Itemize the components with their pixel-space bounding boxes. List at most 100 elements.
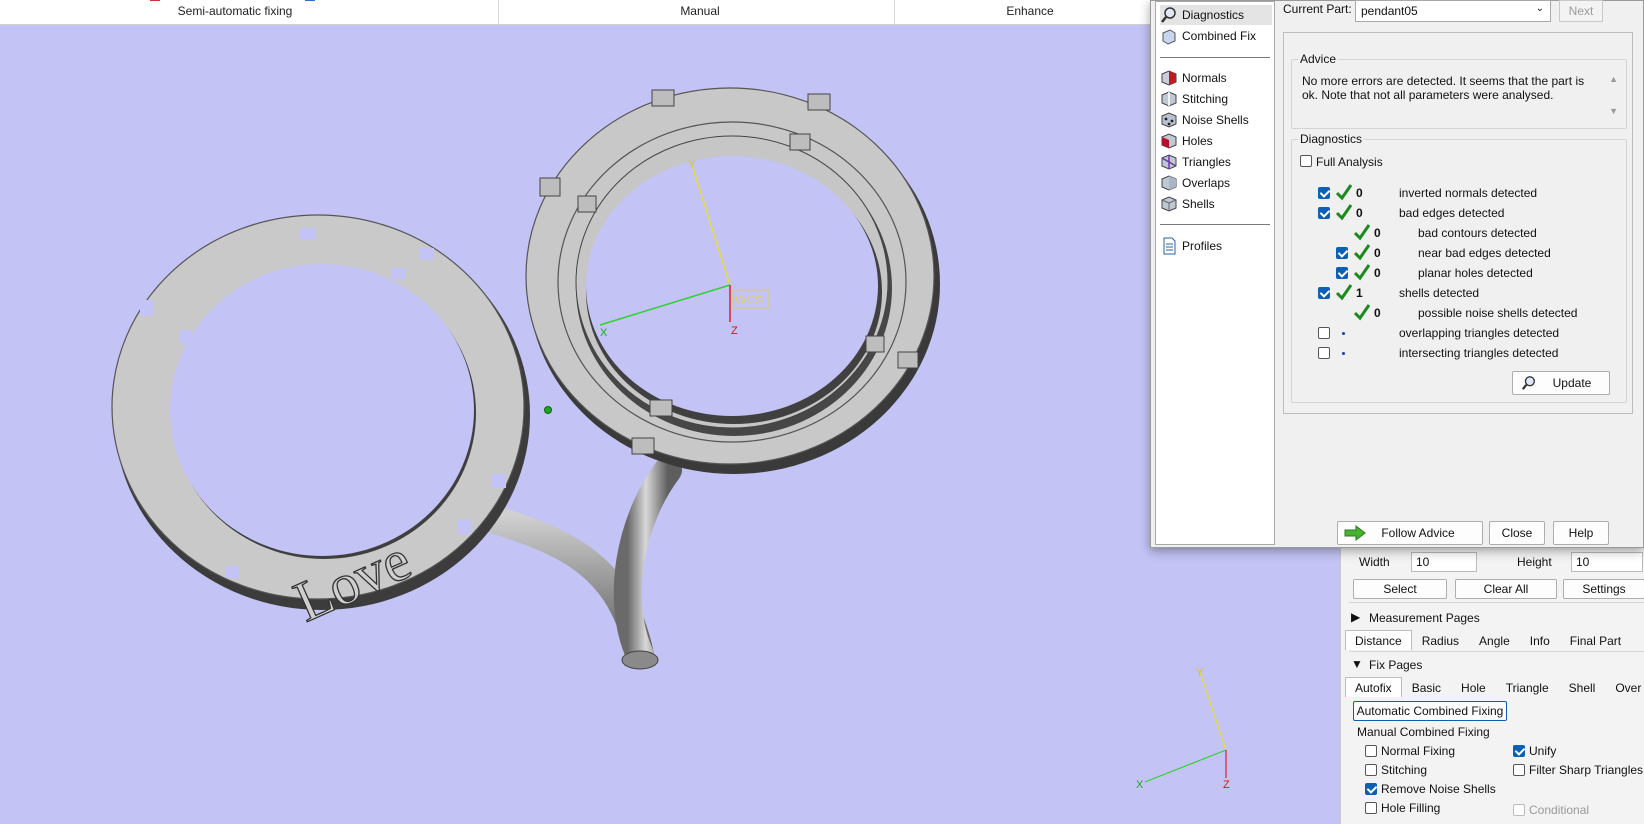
checkmark-icon	[1354, 224, 1370, 241]
height-input[interactable]: 10	[1571, 552, 1643, 572]
nav-holes[interactable]: Holes	[1160, 131, 1272, 151]
full-analysis-checkbox[interactable]	[1300, 155, 1312, 167]
combined-fix-icon	[1162, 29, 1176, 45]
diagnostic-checkbox[interactable]	[1318, 207, 1330, 219]
remove-noise-shells-label: Remove Noise Shells	[1381, 782, 1496, 796]
diagnostic-label: possible noise shells detected	[1418, 306, 1578, 320]
tab-shell[interactable]: Shell	[1559, 677, 1606, 697]
overlaps-icon	[1161, 175, 1177, 191]
stitching-checkbox[interactable]	[1365, 764, 1377, 776]
tab-angle[interactable]: Angle	[1469, 630, 1520, 650]
current-part-value: pendant05	[1361, 4, 1418, 18]
nav-shells[interactable]: Shells	[1160, 194, 1272, 214]
tab-distance[interactable]: Distance	[1345, 630, 1412, 650]
conditional-checkbox[interactable]	[1513, 804, 1525, 816]
scroll-down-icon[interactable]: ▼	[1609, 106, 1618, 116]
orientation-gizmo: Y X Z	[1136, 667, 1230, 791]
tab-triangle[interactable]: Triangle	[1496, 677, 1559, 697]
fix-tabs: Autofix Basic Hole Triangle Shell Over	[1345, 677, 1644, 697]
divider	[1349, 651, 1644, 652]
pivot-marker	[544, 406, 552, 414]
tab-radius[interactable]: Radius	[1412, 630, 1469, 650]
3d-viewport[interactable]: Love Y X Z WCS Y X Z	[0, 25, 1340, 824]
diagnostics-group: Diagnostics Full Analysis 0 inverted norm…	[1291, 132, 1627, 403]
manual-tool-icon[interactable]	[303, 0, 317, 3]
filter-sharp-triangles-checkbox[interactable]	[1513, 764, 1525, 776]
tab-autofix[interactable]: Autofix	[1345, 677, 1402, 697]
tab-info[interactable]: Info	[1520, 630, 1560, 650]
nav-overlaps[interactable]: Overlaps	[1160, 173, 1272, 193]
unify-checkbox[interactable]	[1513, 745, 1525, 757]
bail-tube-right	[613, 456, 682, 669]
close-button[interactable]: Close	[1489, 521, 1545, 545]
update-button[interactable]: Update	[1512, 371, 1610, 395]
nav-normals[interactable]: Normals	[1160, 68, 1272, 88]
triangles-icon	[1161, 154, 1177, 170]
nav-triangles[interactable]: Triangles	[1160, 152, 1272, 172]
divider	[1349, 602, 1644, 603]
diagnostic-checkbox[interactable]	[1318, 187, 1330, 199]
update-label: Update	[1552, 376, 1592, 390]
pending-dot-icon	[1342, 352, 1345, 355]
nav-stitching[interactable]: Stitching	[1160, 89, 1272, 109]
width-input[interactable]: 10	[1411, 552, 1477, 572]
fix-pages-collapse-icon[interactable]: ▼	[1351, 657, 1363, 671]
unify-label: Unify	[1529, 744, 1557, 758]
model-scene[interactable]: Love Y X Z WCS Y X Z	[0, 25, 1340, 824]
follow-advice-button[interactable]: Follow Advice	[1337, 521, 1483, 545]
scroll-up-icon[interactable]: ▲	[1609, 74, 1618, 84]
normals-icon	[1161, 70, 1177, 86]
measurement-expand-icon[interactable]: ▶	[1351, 610, 1360, 624]
remove-noise-shells-checkbox[interactable]	[1365, 783, 1377, 795]
next-button[interactable]: Next	[1559, 0, 1603, 22]
diagnostic-label: intersecting triangles detected	[1399, 346, 1559, 360]
select-button[interactable]: Select	[1353, 579, 1447, 599]
nav-diagnostics[interactable]: Diagnostics	[1160, 5, 1272, 25]
clear-all-button[interactable]: Clear All	[1455, 579, 1557, 599]
normal-fixing-checkbox[interactable]	[1365, 745, 1377, 757]
tab-basic[interactable]: Basic	[1402, 677, 1451, 697]
nav-combined-fix[interactable]: Combined Fix	[1160, 26, 1272, 46]
diagnostic-count: 0	[1374, 266, 1381, 280]
fix-tool-icon[interactable]	[148, 0, 162, 3]
diagnostic-row: 0 bad edges detected	[1292, 203, 1612, 223]
nav-shells-label: Shells	[1182, 197, 1215, 211]
diagnostic-label: bad edges detected	[1399, 206, 1505, 220]
ribbon-group-enhance: Enhance	[1006, 4, 1054, 18]
dialog-content: Current Part: pendant05 ⌄ Next Advice No…	[1283, 0, 1641, 549]
tab-final-part[interactable]: Final Part	[1560, 630, 1631, 650]
nav-noise-shells[interactable]: Noise Shells	[1160, 110, 1272, 130]
z-axis-label: Z	[731, 325, 738, 337]
help-button[interactable]: Help	[1553, 521, 1609, 545]
diagnostic-label: bad contours detected	[1418, 226, 1537, 240]
right-ring	[525, 87, 940, 474]
diagnostic-count: 0	[1356, 206, 1363, 220]
conditional-label: Conditional	[1529, 803, 1590, 817]
stitching-icon	[1161, 91, 1177, 107]
diagnostic-checkbox[interactable]	[1318, 347, 1330, 359]
diagnostic-checkbox[interactable]	[1318, 327, 1330, 339]
nav-profiles-label: Profiles	[1182, 239, 1223, 253]
tab-hole[interactable]: Hole	[1451, 677, 1496, 697]
y-axis-label: Y	[688, 159, 696, 171]
nav-noise-shells-label: Noise Shells	[1182, 113, 1249, 127]
measurement-pages-header[interactable]: Measurement Pages	[1369, 611, 1480, 625]
checkmark-icon	[1336, 184, 1352, 201]
current-part-select[interactable]: pendant05 ⌄	[1355, 0, 1551, 22]
hole-filling-checkbox[interactable]	[1365, 802, 1377, 814]
tab-overlaps[interactable]: Over	[1605, 677, 1644, 697]
diagnostic-checkbox[interactable]	[1336, 247, 1348, 259]
diagnostic-row: 0 near bad edges detected	[1292, 243, 1612, 263]
height-label: Height	[1517, 555, 1552, 569]
diagnostic-checkbox[interactable]	[1318, 287, 1330, 299]
ribbon-group-semi-automatic: Semi-automatic fixing	[177, 4, 293, 18]
diagnostic-row: 0 inverted normals detected	[1292, 183, 1612, 203]
fix-pages-header[interactable]: Fix Pages	[1369, 658, 1422, 672]
nav-profiles[interactable]: Profiles	[1160, 236, 1272, 256]
automatic-combined-fixing-button[interactable]: Automatic Combined Fixing	[1353, 701, 1507, 721]
diagnostic-checkbox[interactable]	[1336, 267, 1348, 279]
nav-separator	[1160, 57, 1270, 58]
settings-button[interactable]: Settings	[1563, 579, 1644, 599]
diagnostic-count: 0	[1374, 226, 1381, 240]
diagnostics-dialog: Diagnostics Combined Fix Normals Stitchi…	[1150, 0, 1644, 548]
